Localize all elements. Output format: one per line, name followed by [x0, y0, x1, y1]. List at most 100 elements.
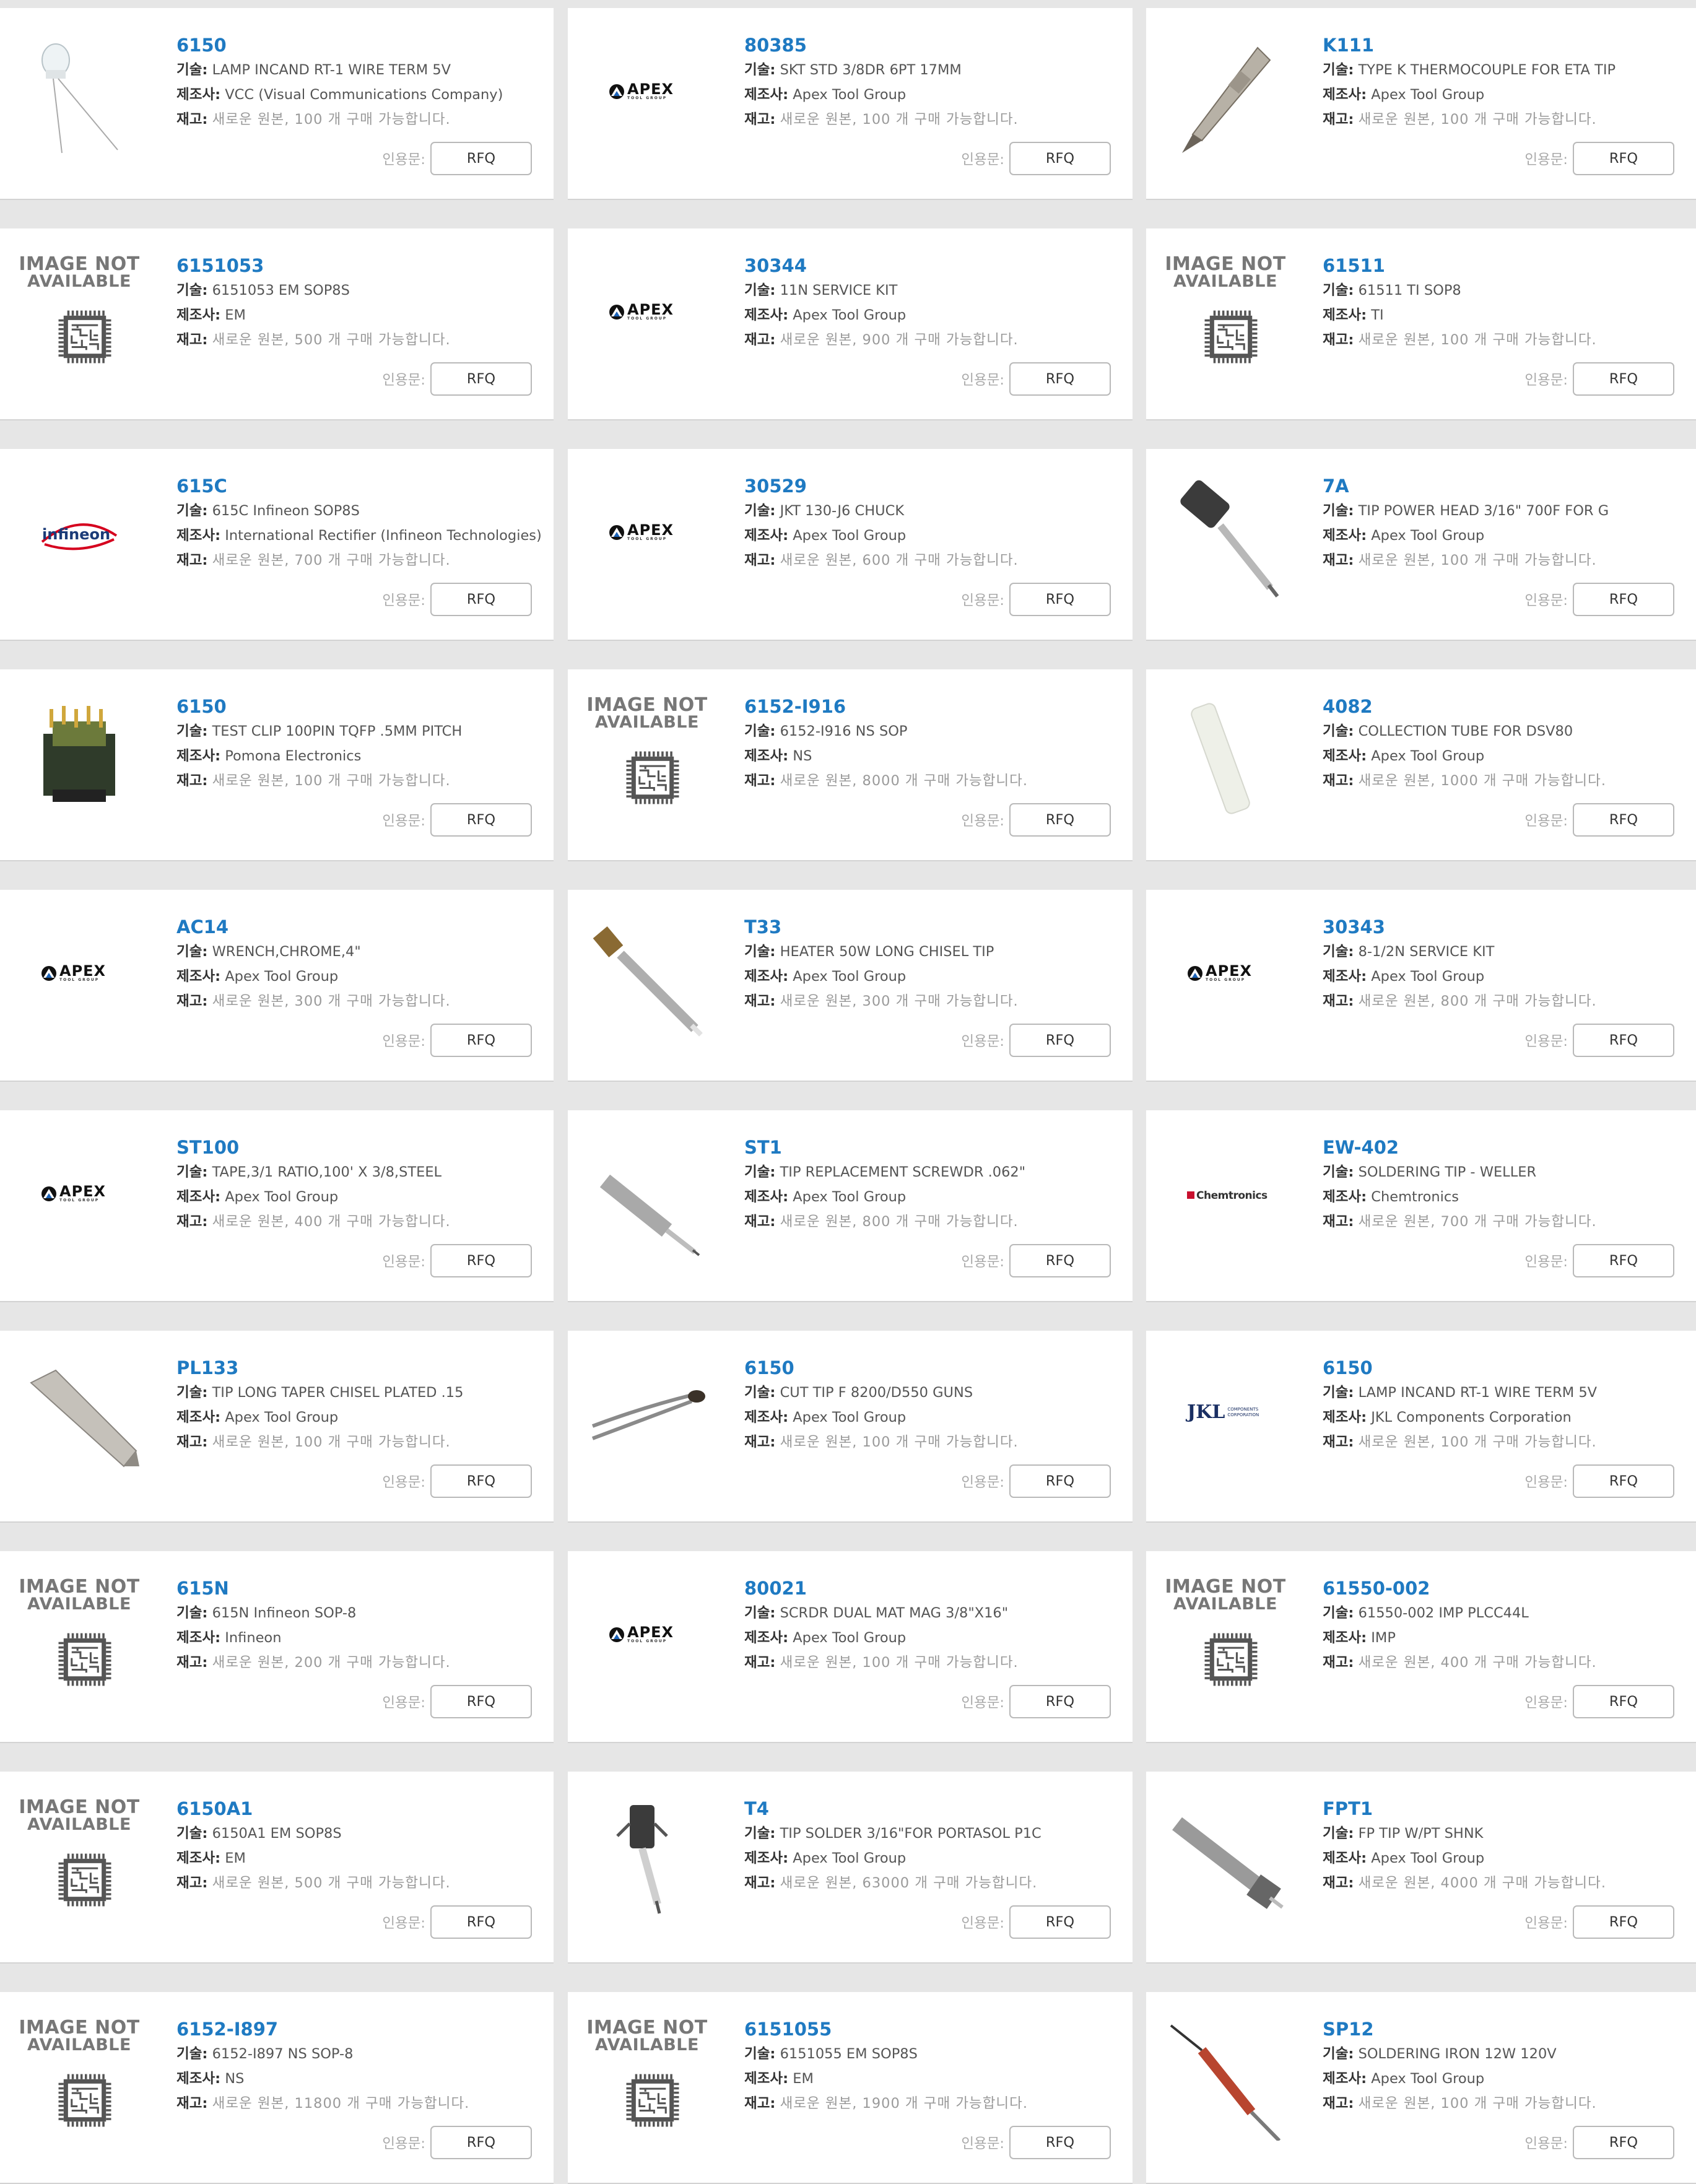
- product-image[interactable]: [586, 917, 708, 1038]
- part-number-link[interactable]: 6150A1: [176, 1796, 541, 1821]
- part-number-link[interactable]: EW-402: [1323, 1135, 1684, 1160]
- rfq-button[interactable]: RFQ: [430, 803, 532, 837]
- part-number-link[interactable]: 80385: [744, 33, 1120, 58]
- apex-logo-text: APEX: [1206, 962, 1253, 980]
- product-image[interactable]: [1165, 35, 1286, 157]
- product-image[interactable]: JKL COMPONENTS CORPORATION: [1165, 1358, 1286, 1479]
- part-number-link[interactable]: T33: [744, 915, 1120, 939]
- product-image[interactable]: IMAGE NOT AVAILABLE: [1165, 1578, 1286, 1700]
- product-image[interactable]: IMAGE NOT AVAILABLE: [586, 697, 708, 818]
- product-image[interactable]: [586, 1138, 708, 1259]
- product-image[interactable]: [1165, 1799, 1286, 1920]
- stock-label: 재고:: [1323, 332, 1354, 348]
- product-image[interactable]: Chemtronics: [1165, 1138, 1286, 1259]
- product-image[interactable]: infineon: [19, 476, 140, 598]
- product-image[interactable]: APEX TOOL GROUP: [1165, 917, 1286, 1038]
- product-image[interactable]: [19, 697, 140, 818]
- product-image[interactable]: APEX TOOL GROUP: [586, 476, 708, 598]
- part-number-link[interactable]: 6151055: [744, 2017, 1120, 2042]
- rfq-button[interactable]: RFQ: [1009, 1464, 1111, 1498]
- part-number-link[interactable]: ST100: [176, 1135, 541, 1160]
- quote-label: 인용문:: [961, 813, 1004, 829]
- rfq-button[interactable]: RFQ: [1009, 1685, 1111, 1718]
- manufacturer-value: EM: [225, 1850, 246, 1866]
- rfq-button[interactable]: RFQ: [430, 1244, 532, 1277]
- part-number-link[interactable]: AC14: [176, 915, 541, 939]
- part-number-link[interactable]: 6152-I916: [744, 694, 1120, 719]
- manufacturer-value: Apex Tool Group: [1371, 748, 1485, 764]
- product-image[interactable]: [1165, 2019, 1286, 2141]
- description-row: 기술: SCRDR DUAL MAT MAG 3/8"X16": [744, 1601, 1120, 1625]
- product-image[interactable]: [1165, 476, 1286, 598]
- product-image[interactable]: IMAGE NOT AVAILABLE: [19, 256, 140, 377]
- part-number-link[interactable]: 7A: [1323, 474, 1684, 498]
- rfq-button[interactable]: RFQ: [430, 583, 532, 616]
- rfq-button[interactable]: RFQ: [1009, 1905, 1111, 1939]
- part-number-link[interactable]: T4: [744, 1796, 1120, 1821]
- product-image[interactable]: [19, 35, 140, 157]
- rfq-button[interactable]: RFQ: [1009, 803, 1111, 837]
- product-image[interactable]: IMAGE NOT AVAILABLE: [19, 1578, 140, 1700]
- rfq-button[interactable]: RFQ: [1573, 1244, 1674, 1277]
- product-image[interactable]: [586, 1799, 708, 1920]
- rfq-button[interactable]: RFQ: [1573, 2126, 1674, 2159]
- part-number-link[interactable]: 6150: [176, 694, 541, 719]
- description-label: 기술:: [1323, 2046, 1354, 2062]
- product-image[interactable]: IMAGE NOT AVAILABLE: [19, 2019, 140, 2141]
- rfq-button[interactable]: RFQ: [1009, 1024, 1111, 1057]
- part-number-link[interactable]: 6150: [1323, 1355, 1684, 1380]
- rfq-button[interactable]: RFQ: [430, 1905, 532, 1939]
- part-number-link[interactable]: 615C: [176, 474, 541, 498]
- product-image[interactable]: APEX TOOL GROUP: [586, 35, 708, 157]
- rfq-button[interactable]: RFQ: [430, 1685, 532, 1718]
- rfq-button[interactable]: RFQ: [1573, 803, 1674, 837]
- rfq-button[interactable]: RFQ: [1573, 142, 1674, 175]
- part-number-link[interactable]: PL133: [176, 1355, 541, 1380]
- image-not-available-text: IMAGE NOT: [19, 1799, 140, 1818]
- infineon-logo-text: infineon: [42, 526, 111, 543]
- product-image[interactable]: APEX TOOL GROUP: [586, 256, 708, 377]
- part-number-link[interactable]: 61511: [1323, 253, 1684, 278]
- part-number-link[interactable]: 6151053: [176, 253, 541, 278]
- part-number-link[interactable]: SP12: [1323, 2017, 1684, 2042]
- product-image[interactable]: APEX TOOL GROUP: [586, 1578, 708, 1700]
- rfq-button[interactable]: RFQ: [1573, 1685, 1674, 1718]
- description-value: 6151055 EM SOP8S: [780, 2046, 918, 2062]
- rfq-button[interactable]: RFQ: [1009, 142, 1111, 175]
- rfq-button[interactable]: RFQ: [1573, 1464, 1674, 1498]
- part-number-link[interactable]: 4082: [1323, 694, 1684, 719]
- rfq-button[interactable]: RFQ: [430, 1024, 532, 1057]
- rfq-button[interactable]: RFQ: [430, 142, 532, 175]
- product-image[interactable]: [586, 1358, 708, 1479]
- rfq-button[interactable]: RFQ: [1009, 362, 1111, 396]
- product-image[interactable]: IMAGE NOT AVAILABLE: [586, 2019, 708, 2141]
- part-number-link[interactable]: 6152-I897: [176, 2017, 541, 2042]
- rfq-button[interactable]: RFQ: [1573, 362, 1674, 396]
- product-image[interactable]: APEX TOOL GROUP: [19, 917, 140, 1038]
- rfq-button[interactable]: RFQ: [1009, 583, 1111, 616]
- rfq-button[interactable]: RFQ: [1573, 583, 1674, 616]
- part-number-link[interactable]: 615N: [176, 1576, 541, 1601]
- product-image[interactable]: [1165, 697, 1286, 818]
- part-number-link[interactable]: 30529: [744, 474, 1120, 498]
- part-number-link[interactable]: 30343: [1323, 915, 1684, 939]
- rfq-button[interactable]: RFQ: [430, 1464, 532, 1498]
- rfq-button[interactable]: RFQ: [1573, 1024, 1674, 1057]
- product-image[interactable]: IMAGE NOT AVAILABLE: [1165, 256, 1286, 377]
- rfq-button[interactable]: RFQ: [430, 362, 532, 396]
- rfq-button[interactable]: RFQ: [1573, 1905, 1674, 1939]
- rfq-button[interactable]: RFQ: [1009, 2126, 1111, 2159]
- part-number-link[interactable]: K111: [1323, 33, 1684, 58]
- rfq-button[interactable]: RFQ: [1009, 1244, 1111, 1277]
- part-number-link[interactable]: ST1: [744, 1135, 1120, 1160]
- part-number-link[interactable]: 61550-002: [1323, 1576, 1684, 1601]
- part-number-link[interactable]: 80021: [744, 1576, 1120, 1601]
- product-image[interactable]: APEX TOOL GROUP: [19, 1138, 140, 1259]
- part-number-link[interactable]: 30344: [744, 253, 1120, 278]
- part-number-link[interactable]: 6150: [744, 1355, 1120, 1380]
- part-number-link[interactable]: 6150: [176, 33, 541, 58]
- part-number-link[interactable]: FPT1: [1323, 1796, 1684, 1821]
- rfq-button[interactable]: RFQ: [430, 2126, 532, 2159]
- product-image[interactable]: [19, 1358, 140, 1479]
- product-image[interactable]: IMAGE NOT AVAILABLE: [19, 1799, 140, 1920]
